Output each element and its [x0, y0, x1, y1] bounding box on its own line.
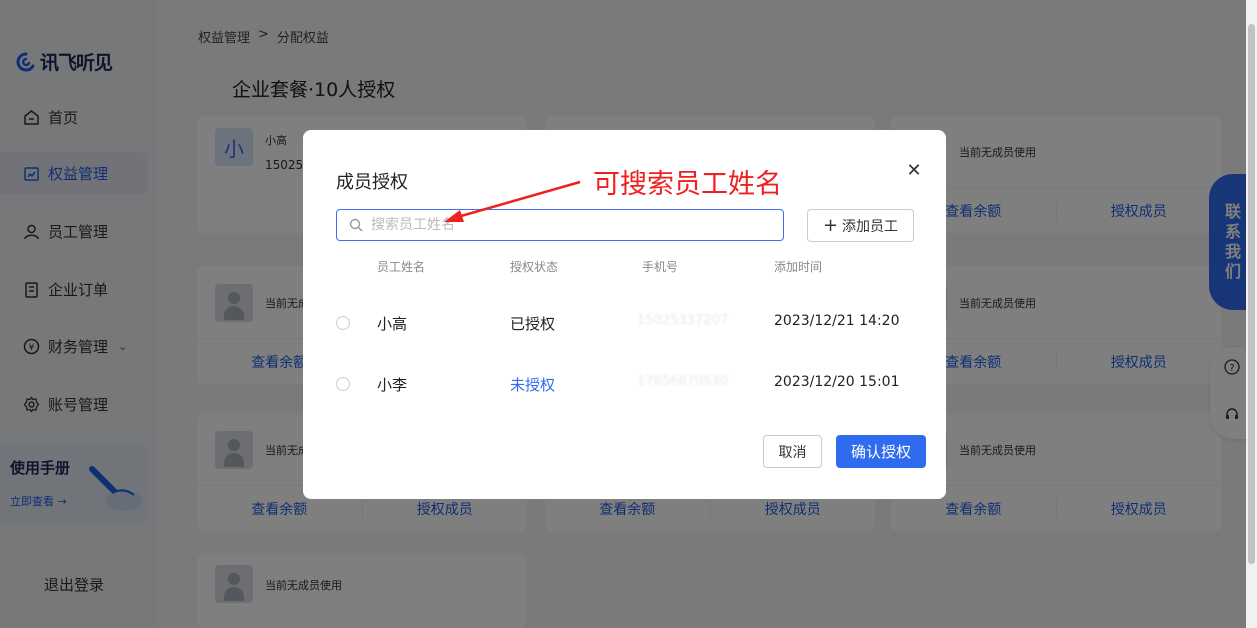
annotation-arrow-icon: [444, 180, 581, 222]
scrollbar-thumb[interactable]: [1248, 24, 1255, 564]
column-header: 授权状态: [510, 260, 559, 274]
row-radio[interactable]: [336, 377, 350, 391]
modal-title: 成员授权: [336, 172, 408, 193]
add-employee-button[interactable]: + 添加员工: [807, 209, 914, 242]
employee-name: 小高: [377, 315, 408, 333]
member-authorization-modal: 成员授权 ✕ 可搜索员工姓名 + 添加员工 员工姓名 授权状态 手机号 添加时间…: [303, 130, 946, 499]
search-icon: [349, 218, 363, 232]
phone-number: 15025337207: [637, 313, 728, 328]
employee-name: 小李: [377, 376, 408, 394]
plus-icon: +: [822, 214, 839, 236]
column-header: 手机号: [642, 260, 679, 274]
cancel-button[interactable]: 取消: [763, 435, 822, 468]
added-time: 2023/12/21 14:20: [774, 313, 900, 329]
confirm-authorize-button[interactable]: 确认授权: [836, 435, 926, 468]
auth-status: 已授权: [510, 315, 556, 333]
column-header: 员工姓名: [377, 260, 426, 274]
add-employee-label: 添加员工: [842, 218, 899, 235]
column-header: 添加时间: [774, 260, 823, 274]
row-radio[interactable]: [336, 316, 350, 330]
phone-number: 17856670530: [637, 374, 728, 389]
scrollbar[interactable]: [1246, 0, 1257, 628]
annotation-text: 可搜索员工姓名: [593, 169, 782, 200]
auth-status: 未授权: [510, 376, 556, 394]
close-icon[interactable]: ✕: [904, 160, 924, 181]
added-time: 2023/12/20 15:01: [774, 374, 900, 390]
